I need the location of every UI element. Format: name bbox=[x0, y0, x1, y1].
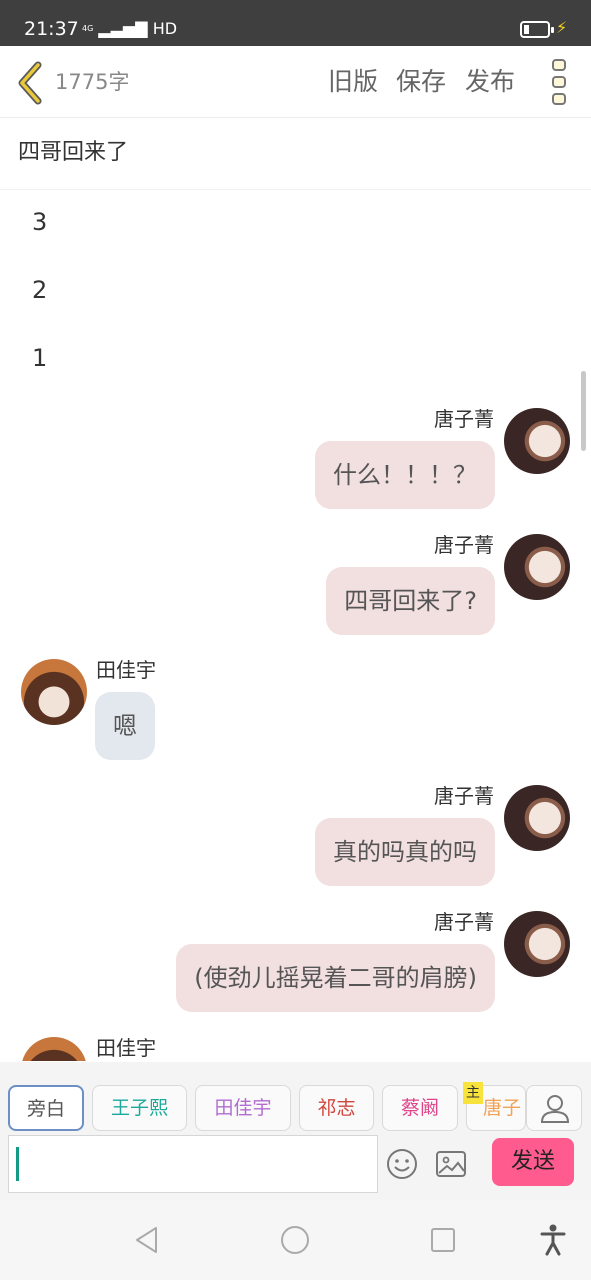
manage-characters-button[interactable] bbox=[526, 1085, 582, 1131]
system-nav-bar bbox=[0, 1200, 591, 1280]
save-button[interactable]: 保存 bbox=[396, 66, 446, 98]
home-circle-icon[interactable] bbox=[280, 1225, 310, 1255]
composer: 发送 bbox=[0, 1134, 591, 1200]
more-menu-icon[interactable] bbox=[549, 58, 569, 106]
avatar[interactable] bbox=[504, 534, 570, 600]
recents-square-icon[interactable] bbox=[430, 1227, 456, 1253]
emoji-icon[interactable] bbox=[386, 1148, 418, 1180]
speaker-name: 田佳宇 bbox=[96, 1036, 156, 1060]
character-chip[interactable]: 祁志 bbox=[299, 1085, 374, 1131]
text-cursor bbox=[16, 1147, 19, 1181]
signal-label: HD bbox=[152, 19, 178, 38]
signal-bars-icon: ▂▃▅▇ bbox=[93, 19, 153, 38]
message-bubble[interactable]: 真的吗真的吗 bbox=[315, 818, 495, 886]
message-bubble[interactable]: 嗯 bbox=[95, 692, 155, 760]
avatar[interactable] bbox=[21, 1037, 87, 1061]
character-chip[interactable]: 王子熙 bbox=[92, 1085, 187, 1131]
battery-icon bbox=[520, 21, 554, 38]
speaker-name: 唐子菁 bbox=[434, 910, 494, 934]
status-bar: 21:37 4G ▂▃▅▇ HD ⚡ bbox=[0, 0, 591, 46]
narration-line[interactable]: 2 bbox=[32, 275, 47, 305]
old-version-button[interactable]: 旧版 bbox=[328, 66, 378, 98]
image-icon[interactable] bbox=[435, 1150, 467, 1178]
speaker-name: 唐子菁 bbox=[434, 407, 494, 431]
character-chip[interactable]: 田佳宇 bbox=[195, 1085, 291, 1131]
word-count: 1775字 bbox=[55, 70, 130, 94]
back-triangle-icon[interactable] bbox=[132, 1225, 162, 1255]
message-input[interactable] bbox=[8, 1135, 378, 1193]
speaker-name: 田佳宇 bbox=[96, 658, 156, 682]
avatar[interactable] bbox=[504, 785, 570, 851]
chapter-title[interactable]: 四哥回来了 bbox=[0, 118, 591, 190]
network-type: 4G bbox=[82, 24, 94, 33]
main-character-badge: 主 bbox=[463, 1082, 483, 1104]
signal-indicator: 4G ▂▃▅▇ HD bbox=[82, 18, 177, 40]
speaker-name: 唐子菁 bbox=[434, 533, 494, 557]
avatar[interactable] bbox=[504, 911, 570, 977]
accessibility-icon[interactable] bbox=[540, 1224, 566, 1256]
character-selector: 旁白 王子熙 田佳宇 祁志 蔡阚 唐子 主 bbox=[0, 1062, 591, 1134]
person-icon bbox=[540, 1095, 570, 1123]
back-arrow-icon[interactable] bbox=[14, 60, 48, 106]
scrollbar-thumb[interactable] bbox=[581, 371, 586, 451]
narration-line[interactable]: 1 bbox=[32, 343, 47, 373]
story-content[interactable]: 3 2 1 唐子菁 什么！！！？ 唐子菁 四哥回来了? 田佳宇 嗯 唐子菁 真的… bbox=[0, 191, 591, 1061]
publish-button[interactable]: 发布 bbox=[465, 66, 515, 98]
avatar[interactable] bbox=[21, 659, 87, 725]
speaker-name: 唐子菁 bbox=[434, 784, 494, 808]
message-bubble[interactable]: 四哥回来了? bbox=[326, 567, 495, 635]
narration-line[interactable]: 3 bbox=[32, 207, 47, 237]
charging-icon: ⚡ bbox=[556, 18, 568, 37]
status-time: 21:37 bbox=[24, 18, 79, 40]
avatar[interactable] bbox=[504, 408, 570, 474]
message-bubble[interactable]: 什么！！！？ bbox=[315, 441, 495, 509]
message-bubble[interactable]: (使劲儿摇晃着二哥的肩膀) bbox=[176, 944, 495, 1012]
editor-header: 1775字 旧版 保存 发布 bbox=[0, 46, 591, 118]
character-chip[interactable]: 蔡阚 bbox=[382, 1085, 458, 1131]
character-chip-narrator[interactable]: 旁白 bbox=[8, 1085, 84, 1131]
send-button[interactable]: 发送 bbox=[492, 1138, 574, 1186]
